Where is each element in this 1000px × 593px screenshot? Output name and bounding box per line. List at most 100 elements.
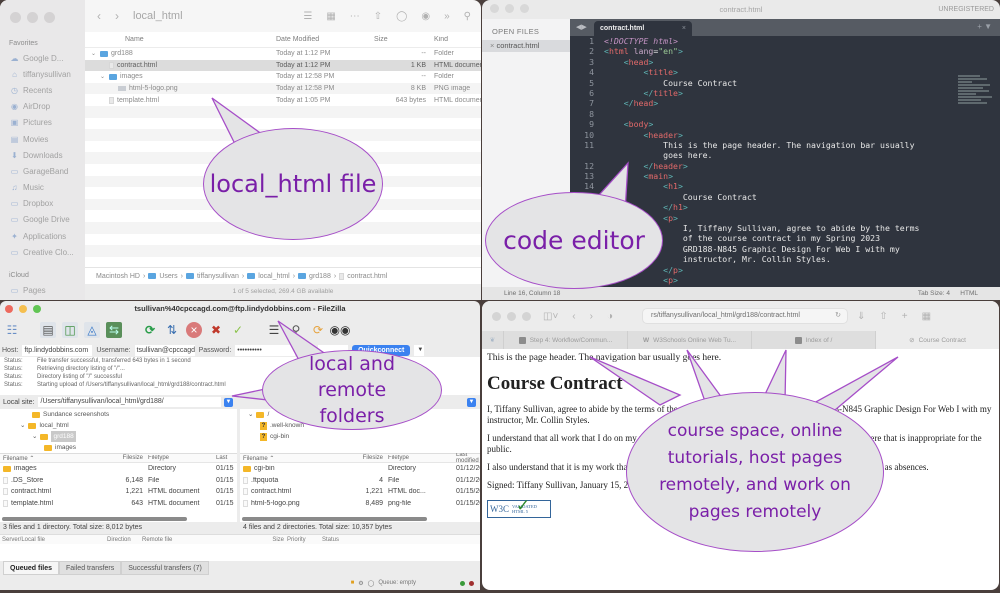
- column-date-modified[interactable]: Date Modified: [270, 36, 374, 43]
- close-tab-icon[interactable]: ×: [682, 21, 686, 36]
- site-manager-icon[interactable]: ☷: [4, 322, 20, 338]
- quickconnect-dropdown[interactable]: ▼: [414, 344, 425, 356]
- group-icon[interactable]: ▦: [326, 11, 335, 22]
- code-line[interactable]: 6 </title>: [570, 88, 1000, 98]
- queue-column[interactable]: Size: [247, 537, 287, 543]
- list-view-icon[interactable]: ☰: [303, 11, 312, 22]
- sidebar-item[interactable]: ✦ Applications: [0, 228, 85, 244]
- w3c-validated-badge[interactable]: W3C VALIDATED HTML 5 ✓: [487, 496, 551, 518]
- sync-browsing-icon[interactable]: ⟳: [310, 322, 326, 338]
- open-file-item[interactable]: × contract.html: [482, 40, 570, 52]
- tab-nav-arrows[interactable]: ◀▶: [576, 23, 587, 31]
- sidebar-item[interactable]: ◷ Recents: [0, 82, 85, 98]
- sidebar-item[interactable]: ▭ Creative Clo...: [0, 244, 85, 260]
- directory-listing-filters-icon[interactable]: ☰: [266, 322, 282, 338]
- browser-tab[interactable]: W W3Schools Online Web Tu...: [628, 331, 752, 349]
- file-row[interactable]: ⌄ grd188 Today at 1:12 PM -- Folder: [85, 48, 481, 60]
- code-line[interactable]: <p>: [570, 275, 1000, 285]
- tree-node[interactable]: ⌄ local_html: [0, 420, 237, 431]
- code-line[interactable]: goes here.: [570, 150, 1000, 160]
- file-row[interactable]: html-5-logo.png Today at 12:58 PM 8 KB PNG …: [85, 82, 481, 95]
- cancel-icon[interactable]: ×: [186, 322, 202, 338]
- sidebar-item[interactable]: ▯Documents: [0, 299, 85, 300]
- transfer-queue-icon[interactable]: ⇆: [106, 322, 122, 338]
- zoom-button[interactable]: [522, 311, 531, 321]
- close-button[interactable]: [490, 4, 499, 13]
- new-tab-icon[interactable]: +: [902, 311, 908, 322]
- file-row[interactable]: html-5-logo.png 8,489 png-file 01/15/2023 1…: [240, 498, 480, 510]
- close-button[interactable]: [5, 305, 13, 313]
- filter-settings-icon[interactable]: ⇅: [164, 322, 180, 338]
- column-header[interactable]: Last modified: [454, 452, 480, 464]
- queue-column[interactable]: Direction: [107, 537, 142, 543]
- sidebar-item[interactable]: ▤ Movies: [0, 131, 85, 147]
- file-row[interactable]: images Directory 01/15: [0, 463, 237, 475]
- column-header[interactable]: Filename ⌃: [240, 455, 338, 462]
- sidebar-item[interactable]: ♫ Music: [0, 180, 85, 196]
- code-line[interactable]: 11 This is the page header. The navigati…: [570, 140, 1000, 150]
- column-header[interactable]: Filetype: [146, 455, 214, 461]
- minimize-button[interactable]: [507, 311, 516, 321]
- code-line[interactable]: 14 <h1>: [570, 181, 1000, 191]
- expand-chevron-icon[interactable]: ⌄: [248, 409, 253, 420]
- downloads-icon[interactable]: ⇓: [857, 311, 865, 322]
- toggle-remote-tree-icon[interactable]: ◬: [84, 322, 100, 338]
- new-tab-icon[interactable]: + ▼: [977, 22, 992, 31]
- queue-tab[interactable]: Successful transfers (7): [121, 561, 209, 575]
- toggle-log-icon[interactable]: ▤: [40, 322, 56, 338]
- code-line[interactable]: 8: [570, 109, 1000, 119]
- tab-size[interactable]: Tab Size: 4: [918, 287, 950, 300]
- path-segment[interactable]: grd188: [309, 273, 331, 280]
- back-button[interactable]: ‹: [572, 311, 575, 322]
- minimize-button[interactable]: [505, 4, 514, 13]
- sidebar-item[interactable]: ▭ GarageBand: [0, 163, 85, 179]
- tab-contract-html[interactable]: contract.html ×: [594, 21, 692, 36]
- column-header[interactable]: Filesize: [338, 455, 386, 461]
- sidebar-item[interactable]: ▭ Google Drive: [0, 212, 85, 228]
- password-input[interactable]: ••••••••••: [235, 344, 296, 356]
- column-header[interactable]: Last: [214, 455, 237, 461]
- share-icon[interactable]: ⇧: [879, 311, 887, 322]
- close-button[interactable]: [10, 12, 21, 23]
- column-header[interactable]: Filesize: [98, 455, 146, 461]
- search-remote-icon[interactable]: ⚲: [288, 322, 304, 338]
- file-row[interactable]: template.html Today at 1:05 PM 643 bytes HT…: [85, 94, 481, 106]
- close-button[interactable]: [492, 311, 501, 321]
- column-header[interactable]: Filetype: [386, 455, 454, 461]
- tree-node[interactable]: ? cgi-bin: [240, 431, 480, 442]
- code-line[interactable]: 9 <body>: [570, 119, 1000, 129]
- sidebar-item[interactable]: ⌂ tiffanysullivan: [0, 66, 85, 82]
- code-line[interactable]: 13 <main>: [570, 171, 1000, 181]
- minimize-button[interactable]: [19, 305, 27, 313]
- sidebar-item[interactable]: ☁ Google D...: [0, 50, 85, 66]
- code-line[interactable]: 3 <head>: [570, 57, 1000, 67]
- browser-tab[interactable]: ⊘ Course Contract: [876, 331, 999, 349]
- tag-icon[interactable]: ◯: [396, 11, 407, 22]
- file-row[interactable]: contract.html 1,221 HTML document 01/15: [0, 486, 237, 498]
- browser-tab[interactable]: Index of /: [752, 331, 876, 349]
- path-segment[interactable]: tiffanysullivan: [197, 273, 239, 280]
- local-scrollbar[interactable]: [0, 515, 237, 522]
- queue-tab[interactable]: Failed transfers: [59, 561, 122, 575]
- queue-tab[interactable]: Queued files: [3, 561, 60, 575]
- code-line[interactable]: 12 </header>: [570, 161, 1000, 171]
- code-line[interactable]: 10 <header>: [570, 130, 1000, 140]
- address-bar[interactable]: rs/tiffanysullivan/local_html/grd188/con…: [642, 308, 848, 324]
- column-name[interactable]: Name: [85, 36, 270, 43]
- path-segment[interactable]: Macintosh HD: [96, 273, 140, 280]
- code-line[interactable]: 2 <html lang="en">: [570, 46, 1000, 56]
- disclosure-chevron-icon[interactable]: ⌄: [91, 50, 97, 57]
- reconnect-icon[interactable]: ✓: [230, 322, 246, 338]
- sidebar-toggle-icon[interactable]: ◫˅: [543, 311, 558, 322]
- column-size[interactable]: Size: [374, 36, 430, 43]
- more-actions-icon[interactable]: ⋯: [350, 11, 360, 22]
- file-row[interactable]: contract.html 1,221 HTML doc... 01/15/2023 …: [240, 486, 480, 498]
- expand-chevron-icon[interactable]: ⌄: [32, 431, 37, 442]
- forward-button[interactable]: ›: [590, 311, 593, 322]
- file-row[interactable]: contract.html Today at 1:12 PM 1 KB HTML do…: [85, 59, 481, 72]
- code-line[interactable]: Course Contract: [570, 192, 1000, 202]
- tree-node[interactable]: images: [0, 442, 237, 453]
- code-line[interactable]: 7 </head>: [570, 98, 1000, 108]
- browser-tab[interactable]: Step 4: Workflow/Commun...: [504, 331, 628, 349]
- binoculars-icon[interactable]: ◉◉: [330, 322, 351, 338]
